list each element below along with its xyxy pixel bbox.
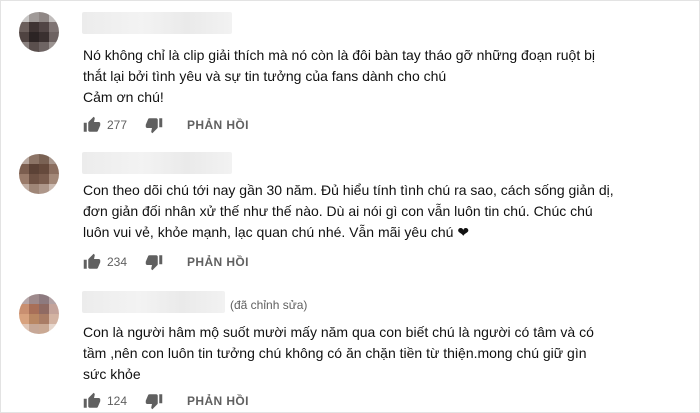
avatar[interactable] (19, 12, 59, 52)
comment-line: luôn vui vẻ, khỏe mạnh, lạc quan chú nhé… (83, 224, 470, 240)
reply-button[interactable]: PHẢN HỒI (187, 394, 249, 408)
comment-thread: (đã chỉnh sửa) Con là người hâm mộ suốt … (0, 280, 700, 413)
reply-button[interactable]: PHẢN HỒI (187, 255, 249, 269)
like-count: 124 (107, 394, 128, 408)
comment-line: đơn giản đối nhân xử thế như thế nào. Dù… (83, 203, 593, 219)
thumbs-down-icon[interactable] (145, 253, 163, 271)
comment-actions: 124 PHẢN HỒI (83, 392, 383, 412)
comment-text: Con là người hâm mộ suốt mười mấy năm qu… (83, 322, 683, 385)
comment-line: Cảm ơn chú! (83, 89, 164, 105)
avatar[interactable] (19, 294, 59, 334)
author-name[interactable] (82, 152, 232, 174)
thumbs-down-icon[interactable] (145, 116, 163, 134)
author-name[interactable] (82, 291, 225, 313)
avatar[interactable] (19, 154, 59, 194)
comment-line: Nó không chỉ là clip giải thích mà nó cò… (83, 47, 595, 63)
comment-text: Nó không chỉ là clip giải thích mà nó cò… (83, 45, 683, 108)
author-name[interactable] (82, 12, 232, 34)
comment-thread: Nó không chỉ là clip giải thích mà nó cò… (0, 0, 700, 140)
comment-actions: 234 PHẢN HỒI (83, 253, 383, 273)
thumbs-up-icon[interactable] (83, 392, 101, 410)
comment-actions: 277 PHẢN HỒI (83, 116, 383, 136)
thumbs-down-icon[interactable] (145, 392, 163, 410)
edited-label: (đã chỉnh sửa) (230, 298, 308, 312)
comment-line: tầm ,nên con luôn tin tưởng chú không có… (83, 345, 587, 361)
thumbs-up-icon[interactable] (83, 253, 101, 271)
comment-line: Con là người hâm mộ suốt mười mấy năm qu… (83, 324, 594, 340)
like-count: 234 (107, 255, 128, 269)
comment-line: Con theo dõi chú tới nay gần 30 năm. Đủ … (83, 182, 614, 198)
comment-thread: Con theo dõi chú tới nay gần 30 năm. Đủ … (0, 140, 700, 280)
thumbs-up-icon[interactable] (83, 116, 101, 134)
comment-text: Con theo dõi chú tới nay gần 30 năm. Đủ … (83, 180, 683, 243)
like-count: 277 (107, 118, 128, 132)
comment-line: thắt lại bởi tình yêu và sự tin tưởng củ… (83, 68, 447, 84)
reply-button[interactable]: PHẢN HỒI (187, 118, 249, 132)
comment-line: sức khỏe (83, 366, 141, 382)
